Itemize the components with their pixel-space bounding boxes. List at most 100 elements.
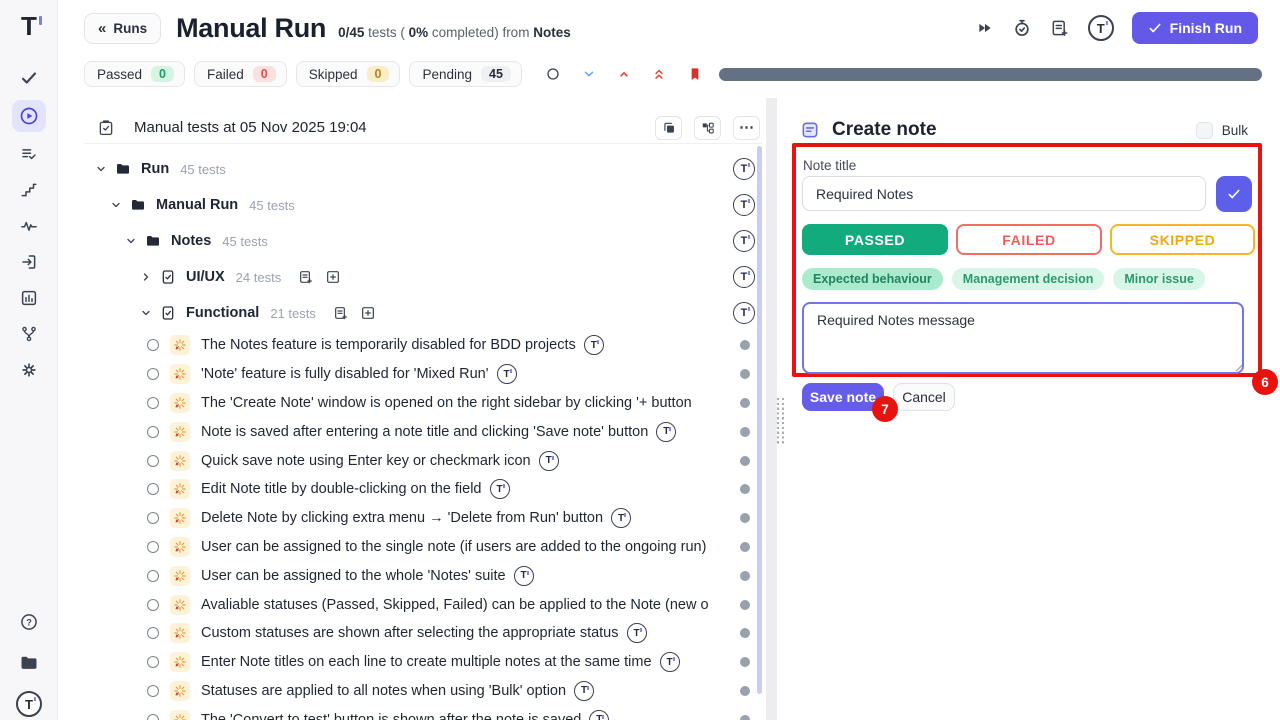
sidebar-item-analytics[interactable] — [14, 284, 44, 312]
chevron-down-icon[interactable] — [95, 163, 107, 175]
test-row[interactable]: Quick save note using Enter key or check… — [84, 446, 762, 475]
suite-row-uiux[interactable]: UI/UX 24 tests — [84, 259, 762, 295]
panel-resize-handle[interactable] — [777, 398, 784, 444]
test-title[interactable]: The 'Create Note' window is opened on th… — [201, 395, 692, 411]
bulk-toggle[interactable]: Bulk — [1196, 122, 1248, 139]
test-row[interactable]: 'Note' feature is fully disabled for 'Mi… — [84, 360, 762, 389]
status-skipped-button[interactable]: SKIPPED — [1110, 224, 1255, 255]
test-status-circle[interactable] — [147, 397, 159, 409]
test-row[interactable]: The Notes feature is temporarily disable… — [84, 331, 762, 360]
status-failed-button[interactable]: FAILED — [956, 224, 1102, 255]
chevron-down-icon[interactable] — [125, 235, 137, 247]
bookmark-icon[interactable] — [687, 66, 703, 82]
suite-row-manual-run[interactable]: Manual Run 45 tests — [84, 187, 762, 223]
test-status-circle[interactable] — [147, 483, 159, 495]
sidebar-item-settings[interactable] — [14, 356, 44, 384]
test-row[interactable]: Statuses are applied to all notes when u… — [84, 677, 762, 706]
chevron-down-icon[interactable] — [582, 67, 596, 81]
test-status-circle[interactable] — [147, 541, 159, 553]
sidebar-item-plans[interactable] — [14, 140, 44, 168]
filter-skipped[interactable]: Skipped0 — [296, 61, 401, 87]
sidebar-item-pulse[interactable] — [14, 212, 44, 240]
sidebar-item-runs[interactable] — [12, 100, 46, 132]
cancel-button[interactable]: Cancel — [893, 383, 955, 411]
chevron-down-icon[interactable] — [110, 199, 122, 211]
suite-row-run[interactable]: Run 45 tests — [84, 151, 762, 187]
chevron-right-icon[interactable] — [140, 271, 152, 283]
fast-forward-icon[interactable] — [976, 19, 994, 37]
suite-name[interactable]: Manual Run — [156, 197, 238, 213]
test-row[interactable]: Note is saved after entering a note titl… — [84, 417, 762, 446]
sidebar-item-tests[interactable] — [14, 64, 44, 92]
filter-passed[interactable]: Passed0 — [84, 61, 185, 87]
copy-button[interactable] — [655, 116, 682, 140]
test-row[interactable]: The 'Create Note' window is opened on th… — [84, 389, 762, 418]
test-row[interactable]: User can be assigned to the whole 'Notes… — [84, 561, 762, 590]
test-status-circle[interactable] — [147, 570, 159, 582]
test-row[interactable]: Delete Note by clicking extra menu → 'De… — [84, 504, 762, 533]
test-title[interactable]: Statuses are applied to all notes when u… — [201, 683, 566, 699]
test-title[interactable]: Quick save note using Enter key or check… — [201, 453, 531, 469]
add-test-icon[interactable] — [325, 269, 341, 285]
filter-pending[interactable]: Pending45 — [409, 61, 521, 87]
test-title[interactable]: Delete Note by clicking extra menu → 'De… — [201, 510, 603, 526]
add-note-icon[interactable] — [298, 269, 314, 285]
sidebar-item-projects[interactable] — [14, 649, 44, 677]
test-title[interactable]: Avaliable statuses (Passed, Skipped, Fai… — [201, 597, 709, 613]
finish-run-button[interactable]: Finish Run — [1132, 12, 1258, 44]
test-title[interactable]: User can be assigned to the single note … — [201, 539, 706, 555]
test-row[interactable]: Enter Note titles on each line to create… — [84, 648, 762, 677]
test-title[interactable]: The Notes feature is temporarily disable… — [201, 337, 576, 353]
tag-minor-issue[interactable]: Minor issue — [1113, 268, 1204, 290]
add-note-icon[interactable] — [1050, 18, 1070, 38]
add-test-icon[interactable] — [360, 305, 376, 321]
back-to-runs-button[interactable]: Runs — [84, 13, 161, 44]
test-status-circle[interactable] — [147, 599, 159, 611]
test-status-circle[interactable] — [147, 368, 159, 380]
user-avatar[interactable] — [1088, 15, 1114, 41]
note-message-textarea[interactable]: Required Notes message — [802, 302, 1244, 374]
test-row[interactable]: Edit Note title by double-clicking on th… — [84, 475, 762, 504]
filter-failed[interactable]: Failed0 — [194, 61, 287, 87]
tree-scrollbar-thumb[interactable] — [757, 146, 762, 694]
test-title[interactable]: Edit Note title by double-clicking on th… — [201, 481, 482, 497]
add-note-icon[interactable] — [333, 305, 349, 321]
sidebar-item-steps[interactable] — [14, 176, 44, 204]
test-status-circle[interactable] — [147, 685, 159, 697]
suite-row-functional[interactable]: Functional 21 tests — [84, 295, 762, 331]
note-title-input[interactable] — [802, 176, 1206, 211]
test-status-circle[interactable] — [147, 512, 159, 524]
suite-name[interactable]: Run — [141, 161, 169, 177]
chevron-down-icon[interactable] — [140, 307, 152, 319]
test-status-circle[interactable] — [147, 455, 159, 467]
test-title[interactable]: Note is saved after entering a note titl… — [201, 424, 648, 440]
test-title[interactable]: 'Note' feature is fully disabled for 'Mi… — [201, 366, 489, 382]
tag-expected-behaviour[interactable]: Expected behaviour — [802, 268, 943, 290]
suite-name[interactable]: Functional — [186, 305, 259, 321]
sidebar-item-help[interactable] — [14, 608, 44, 636]
suite-name[interactable]: UI/UX — [186, 269, 225, 285]
test-status-circle[interactable] — [147, 339, 159, 351]
more-options-button[interactable] — [733, 116, 760, 140]
status-passed-button[interactable]: PASSED — [802, 224, 948, 255]
test-status-circle[interactable] — [147, 426, 159, 438]
test-status-circle[interactable] — [147, 714, 159, 720]
test-title[interactable]: User can be assigned to the whole 'Notes… — [201, 568, 506, 584]
double-caret-up-icon[interactable] — [652, 67, 666, 81]
test-row[interactable]: Avaliable statuses (Passed, Skipped, Fai… — [84, 590, 762, 619]
tag-management-decision[interactable]: Management decision — [952, 268, 1105, 290]
circle-status-icon[interactable] — [545, 66, 561, 82]
test-row[interactable]: Custom statuses are shown after selectin… — [84, 619, 762, 648]
quick-save-button[interactable] — [1216, 176, 1252, 212]
suite-name[interactable]: Notes — [171, 233, 211, 249]
test-status-circle[interactable] — [147, 627, 159, 639]
test-title[interactable]: Enter Note titles on each line to create… — [201, 654, 652, 670]
timer-icon[interactable] — [1012, 18, 1032, 38]
suite-row-notes[interactable]: Notes 45 tests — [84, 223, 762, 259]
bulk-checkbox[interactable] — [1196, 122, 1213, 139]
tree-view-button[interactable] — [694, 116, 721, 140]
sidebar-item-account[interactable] — [14, 690, 44, 718]
test-row[interactable]: The 'Convert to test' button is shown af… — [84, 705, 762, 720]
test-title[interactable]: The 'Convert to test' button is shown af… — [201, 712, 581, 720]
app-logo[interactable] — [0, 8, 58, 44]
